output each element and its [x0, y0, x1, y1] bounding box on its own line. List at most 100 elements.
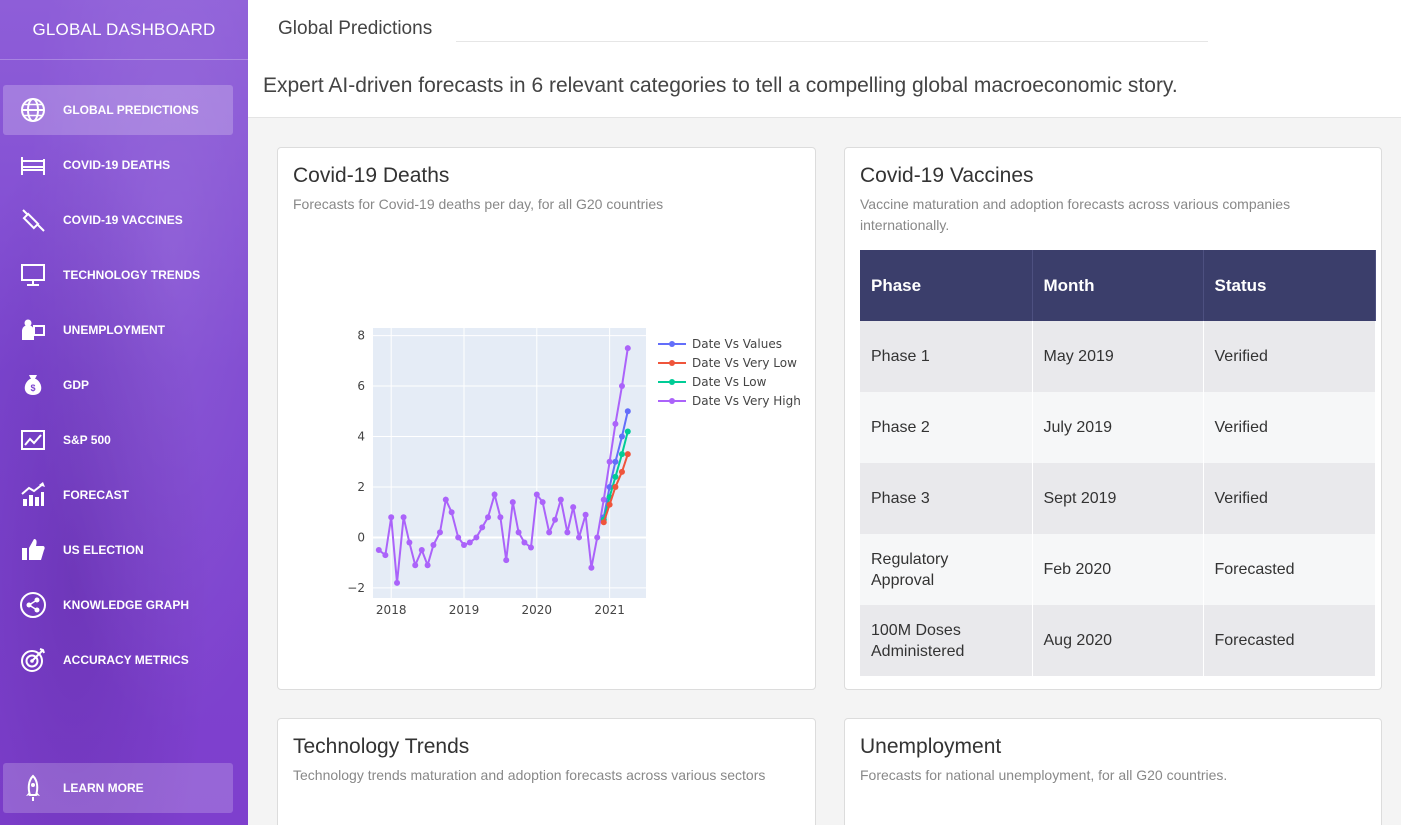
sidebar-item-accuracy-metrics[interactable]: ACCURACY METRICS: [3, 635, 233, 685]
data-point: [618, 451, 625, 458]
data-point: [436, 529, 443, 536]
data-point: [557, 496, 564, 503]
sidebar-item-label: S&P 500: [63, 433, 111, 447]
thumbs-up-icon: [3, 536, 63, 564]
month-cell: May 2019: [1032, 321, 1204, 392]
data-point: [466, 539, 473, 546]
month-cell: Sept 2019: [1032, 463, 1204, 534]
data-point: [375, 547, 382, 554]
data-point: [400, 514, 407, 521]
sidebar-item-covid-deaths[interactable]: COVID-19 DEATHS: [3, 140, 233, 190]
data-point: [606, 458, 613, 465]
card-title: Unemployment: [860, 735, 1002, 758]
y-tick-label: 8: [357, 329, 365, 343]
month-cell: July 2019: [1032, 392, 1204, 463]
data-point: [442, 496, 449, 503]
sidebar-item-label: COVID-19 DEATHS: [63, 158, 171, 172]
month-cell: Feb 2020: [1032, 534, 1204, 605]
data-point: [485, 514, 492, 521]
data-point: [582, 511, 589, 518]
data-point: [455, 534, 462, 541]
syringe-icon: [3, 206, 63, 234]
x-tick-label: 2021: [594, 603, 625, 617]
technology-trends-card: Technology Trends Technology trends matu…: [277, 718, 816, 825]
data-point: [533, 491, 540, 498]
phase-cell: Phase 3: [860, 463, 1033, 534]
sidebar-item-global-predictions[interactable]: GLOBAL PREDICTIONS: [3, 85, 233, 135]
data-point: [576, 534, 583, 541]
sidebar-item-label: GDP: [63, 378, 90, 392]
x-tick-label: 2020: [522, 603, 553, 617]
sidebar-item-label: TECHNOLOGY TRENDS: [63, 268, 201, 282]
data-point: [509, 499, 516, 506]
x-tick-label: 2018: [376, 603, 407, 617]
growth-chart-icon: [3, 481, 63, 509]
data-point: [430, 542, 437, 549]
sidebar-item-label: COVID-19 VACCINES: [63, 213, 183, 227]
learn-more-button[interactable]: LEARN MORE: [3, 763, 233, 813]
data-point: [515, 529, 522, 536]
sidebar-item-unemployment[interactable]: UNEMPLOYMENT: [3, 305, 233, 355]
data-point: [527, 544, 534, 551]
learn-more-label: LEARN MORE: [63, 781, 144, 795]
legend-marker: [669, 341, 675, 347]
data-point: [473, 534, 480, 541]
data-point: [552, 516, 558, 523]
data-point: [461, 542, 467, 549]
sidebar-item-label: US ELECTION: [63, 543, 144, 557]
y-tick-label: −2: [347, 581, 365, 595]
legend-label: Date Vs Very Low: [692, 356, 797, 370]
data-point: [388, 514, 395, 521]
sidebar-nav: GLOBAL PREDICTIONS COVID-19 DEATHS COVID…: [0, 85, 248, 690]
table-header-row: Phase Month Status: [860, 250, 1376, 321]
status-cell: Forecasted: [1203, 605, 1376, 676]
target-icon: [3, 646, 63, 674]
covid-deaths-card: Covid-19 Deaths Forecasts for Covid-19 d…: [277, 147, 816, 690]
sidebar-item-knowledge-graph[interactable]: KNOWLEDGE GRAPH: [3, 580, 233, 630]
job-seeker-icon: [3, 316, 63, 344]
page-intro: Expert AI-driven forecasts in 6 relevant…: [263, 74, 1178, 97]
column-header: Status: [1203, 250, 1376, 321]
covid-vaccines-card: Covid-19 Vaccines Vaccine maturation and…: [844, 147, 1382, 690]
card-subtitle: Vaccine maturation and adoption forecast…: [860, 196, 1291, 233]
data-point: [588, 564, 595, 571]
data-point: [606, 501, 613, 508]
sidebar-item-sp500[interactable]: S&P 500: [3, 415, 233, 465]
sidebar-item-us-election[interactable]: US ELECTION: [3, 525, 233, 575]
y-tick-label: 4: [357, 430, 365, 444]
legend-marker: [669, 360, 675, 366]
monitor-icon: [3, 261, 63, 289]
data-point: [600, 519, 607, 526]
phase-cell: Phase 1: [860, 321, 1033, 392]
sidebar-item-label: FORECAST: [63, 488, 129, 502]
sidebar-item-forecast[interactable]: FORECAST: [3, 470, 233, 520]
sidebar-item-label: UNEMPLOYMENT: [63, 323, 165, 337]
sidebar-item-label: ACCURACY METRICS: [63, 653, 189, 667]
covid-deaths-chart[interactable]: 2018 2019 2020 2021 −2 0 2 4 6 8 Date Vs Values Dat…: [278, 148, 815, 689]
data-point: [612, 458, 619, 465]
data-point: [424, 562, 431, 569]
data-point: [497, 514, 504, 521]
table-row: Phase 3 Sept 2019 Verified: [860, 463, 1376, 534]
data-point: [418, 547, 425, 554]
legend-label: Date Vs Values: [692, 337, 782, 351]
data-point: [479, 524, 486, 531]
data-point: [624, 451, 631, 458]
data-point: [412, 562, 419, 569]
sidebar: GLOBAL DASHBOARD GLOBAL PREDICTIONS COVI…: [0, 0, 248, 825]
phase-cell: Phase 2: [860, 392, 1033, 463]
data-point: [624, 345, 631, 352]
sidebar-item-label: KNOWLEDGE GRAPH: [63, 598, 189, 612]
data-point: [382, 552, 389, 559]
sidebar-item-gdp[interactable]: $ GDP: [3, 360, 233, 410]
y-tick-label: 6: [357, 379, 365, 393]
status-cell: Verified: [1203, 321, 1376, 392]
data-point: [618, 468, 625, 475]
data-point: [521, 539, 528, 546]
rocket-icon: [3, 774, 63, 802]
vaccine-phase-table: Phase Month Status Phase 1 May 2019 Veri…: [860, 250, 1376, 676]
month-cell: Aug 2020: [1032, 605, 1204, 676]
sidebar-item-covid-vaccines[interactable]: COVID-19 VACCINES: [3, 195, 233, 245]
sidebar-item-technology-trends[interactable]: TECHNOLOGY TRENDS: [3, 250, 233, 300]
page-header: Global Predictions Expert AI-driven fore…: [248, 0, 1401, 118]
